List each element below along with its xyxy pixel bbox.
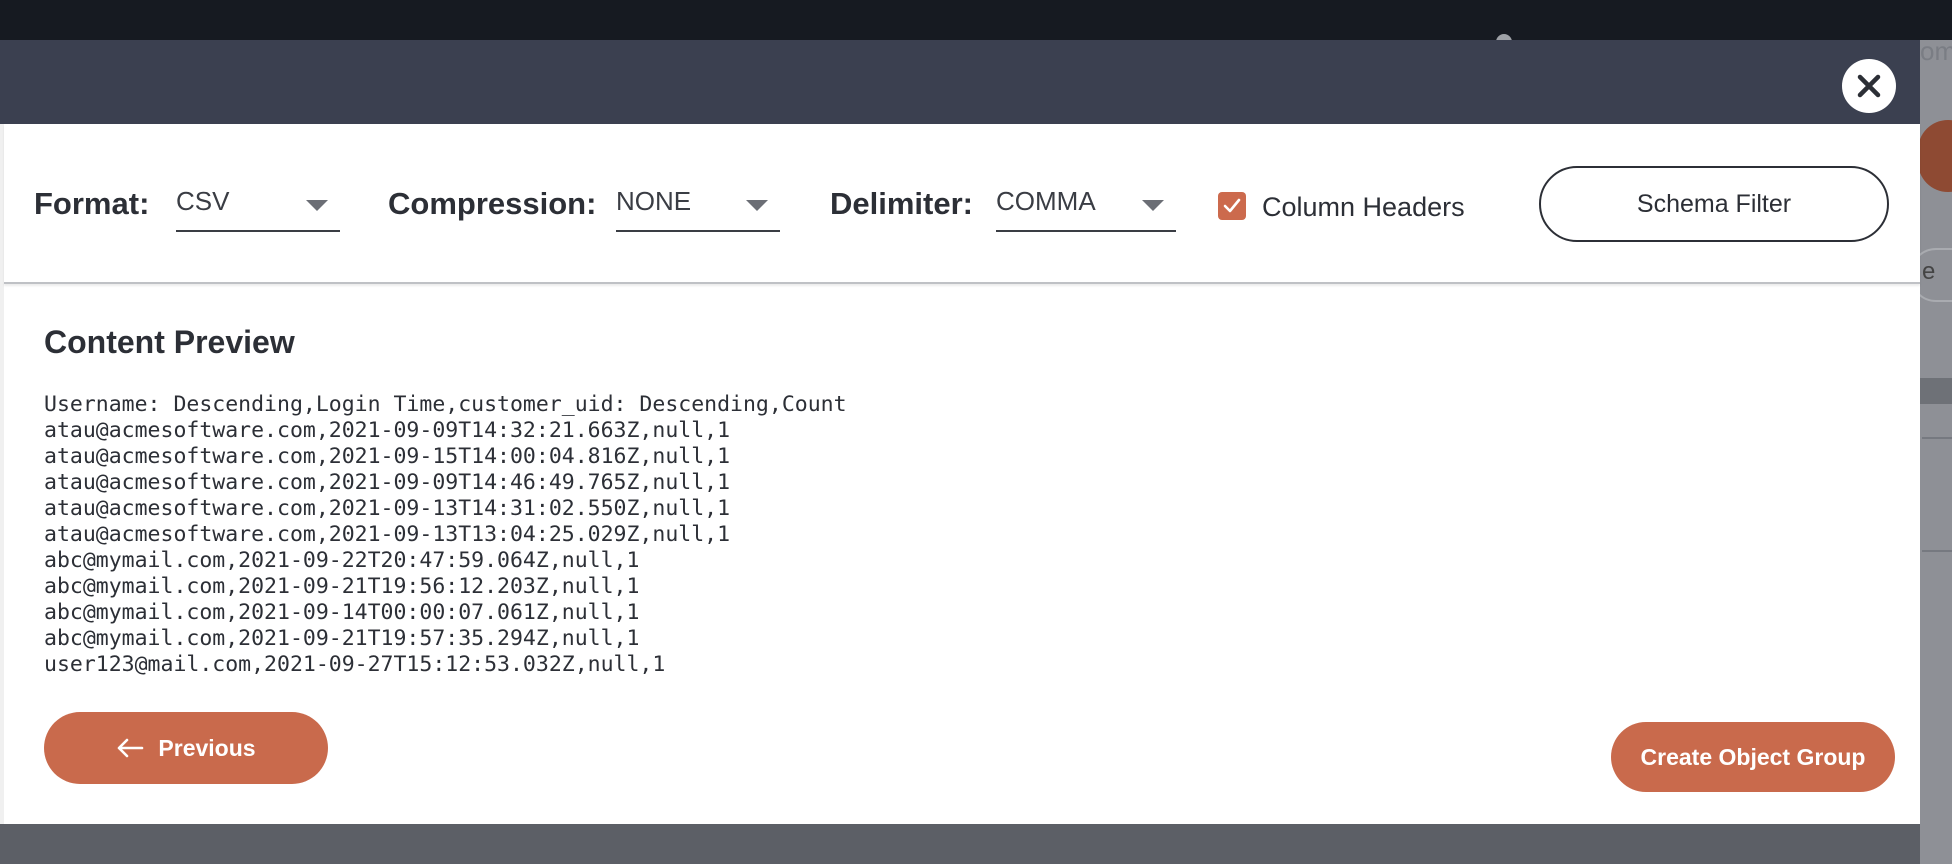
previous-button[interactable]: Previous — [44, 712, 328, 784]
preview-line: atau@acmesoftware.com,2021-09-09T14:46:4… — [44, 470, 731, 495]
format-select[interactable]: CSV — [176, 176, 340, 232]
export-options-bar: Format: CSV Compression: NONE Delimiter:… — [4, 124, 1920, 284]
content-preview-title: Content Preview — [44, 324, 295, 360]
schema-filter-button[interactable]: Schema Filter — [1539, 166, 1889, 242]
background-divider — [1922, 437, 1952, 439]
checkmark-icon — [1223, 198, 1241, 213]
background-pill-label: e — [1922, 258, 1936, 285]
arrow-left-icon — [118, 738, 144, 758]
format-label: Format: — [34, 186, 150, 221]
background-title-fragment: om — [1920, 36, 1952, 66]
preview-line: atau@acmesoftware.com,2021-09-15T14:00:0… — [44, 444, 731, 469]
preview-line: Username: Descending,Login Time,customer… — [44, 392, 847, 417]
content-preview-text: Username: Descending,Login Time,customer… — [44, 392, 847, 678]
chevron-down-icon — [1142, 200, 1164, 211]
preview-line: abc@mymail.com,2021-09-14T00:00:07.061Z,… — [44, 600, 640, 625]
delimiter-label: Delimiter: — [830, 186, 973, 221]
preview-line: abc@mymail.com,2021-09-21T19:56:12.203Z,… — [44, 574, 640, 599]
format-select-value: CSV — [176, 186, 230, 216]
column-headers-checkbox[interactable] — [1218, 192, 1246, 220]
create-object-group-button[interactable]: Create Object Group — [1611, 722, 1895, 792]
chevron-down-icon — [306, 200, 328, 211]
close-button[interactable] — [1842, 59, 1896, 113]
compression-select[interactable]: NONE — [616, 176, 780, 232]
modal-header — [0, 40, 1920, 124]
modal-body: Format: CSV Compression: NONE Delimiter:… — [0, 124, 1920, 824]
background-divider — [1922, 550, 1952, 552]
preview-line: atau@acmesoftware.com,2021-09-09T14:32:2… — [44, 418, 731, 443]
preview-line: atau@acmesoftware.com,2021-09-13T14:31:0… — [44, 496, 731, 521]
compression-select-value: NONE — [616, 186, 692, 216]
preview-line: user123@mail.com,2021-09-27T15:12:53.032… — [44, 652, 666, 677]
delimiter-select[interactable]: COMMA — [996, 176, 1176, 232]
preview-line: atau@acmesoftware.com,2021-09-13T13:04:2… — [44, 522, 731, 547]
preview-line: abc@mymail.com,2021-09-22T20:47:59.064Z,… — [44, 548, 640, 573]
close-icon — [1857, 74, 1881, 98]
previous-button-label: Previous — [158, 734, 256, 761]
background-topbar — [0, 0, 1952, 40]
preview-line: abc@mymail.com,2021-09-21T19:57:35.294Z,… — [44, 626, 640, 651]
delimiter-select-value: COMMA — [996, 186, 1096, 216]
chevron-down-icon — [746, 200, 768, 211]
compression-label: Compression: — [388, 186, 597, 221]
column-headers-label[interactable]: Column Headers — [1262, 192, 1465, 223]
